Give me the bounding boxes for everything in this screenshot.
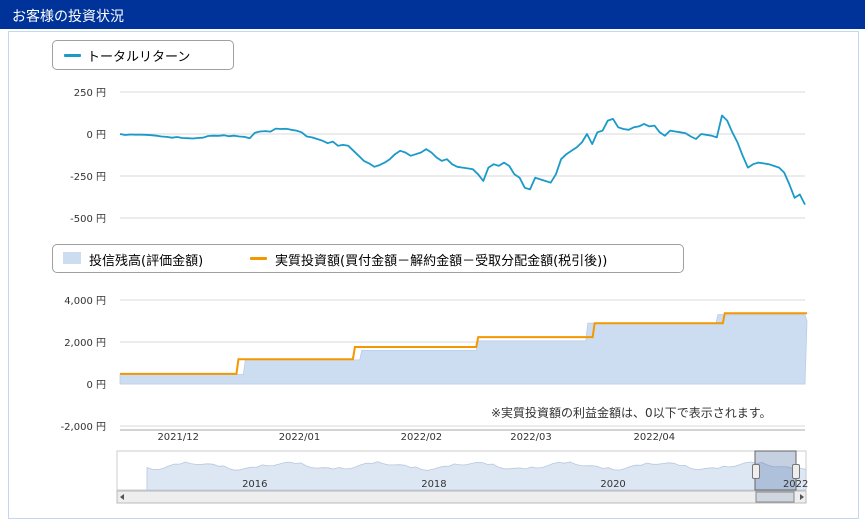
navigator-handle-right[interactable] [792, 464, 800, 479]
legend-line-label[interactable]: 実質投資額(買付金額－解約金額－受取分配金額(税引後)) [275, 250, 607, 269]
navigator-x-label: 2016 [242, 479, 267, 490]
scrollbar-thumb [755, 491, 795, 503]
y-tick-label-top: 0 円 [86, 130, 106, 141]
legend-investment: 投信残高(評価金額) 実質投資額(買付金額－解約金額－受取分配金額(税引後)) [52, 244, 684, 273]
legend-line-swatch-total-return [64, 54, 81, 57]
x-tick-label: 2022/01 [279, 432, 321, 443]
footnote: ※実質投資額の利益金額は、0以下で表示されます。 [491, 406, 772, 420]
navigator-x-label: 2018 [421, 479, 446, 490]
scrollbar-track [116, 490, 807, 504]
legend-area-label[interactable]: 投信残高(評価金額) [89, 250, 203, 269]
x-tick-label: 2022/04 [634, 432, 676, 443]
x-tick-label: 2022/03 [510, 432, 552, 443]
x-tick-label: 2022/02 [401, 432, 443, 443]
navigator-x-label: 2020 [600, 479, 625, 490]
navigator-x-label: 2022 [783, 479, 808, 490]
legend-line-swatch-investment [250, 257, 267, 260]
legend-total-return[interactable]: トータルリターン [52, 40, 234, 70]
y-tick-label-bottom: 2,000 円 [64, 338, 106, 349]
navigator-handle-left[interactable] [752, 464, 760, 479]
y-tick-label-top: -500 円 [70, 214, 106, 225]
legend-total-return-label: トータルリターン [87, 50, 191, 65]
y-tick-label-top: 250 円 [74, 88, 106, 99]
y-tick-label-bottom: 4,000 円 [64, 296, 106, 307]
total-return-line [119, 114, 806, 206]
y-tick-label-bottom: -2,000 円 [61, 422, 106, 433]
x-tick-label: 2021/12 [157, 432, 199, 443]
y-tick-label-top: -250 円 [70, 172, 106, 183]
legend-area-swatch [63, 252, 81, 264]
y-tick-label-bottom: 0 円 [86, 380, 106, 391]
